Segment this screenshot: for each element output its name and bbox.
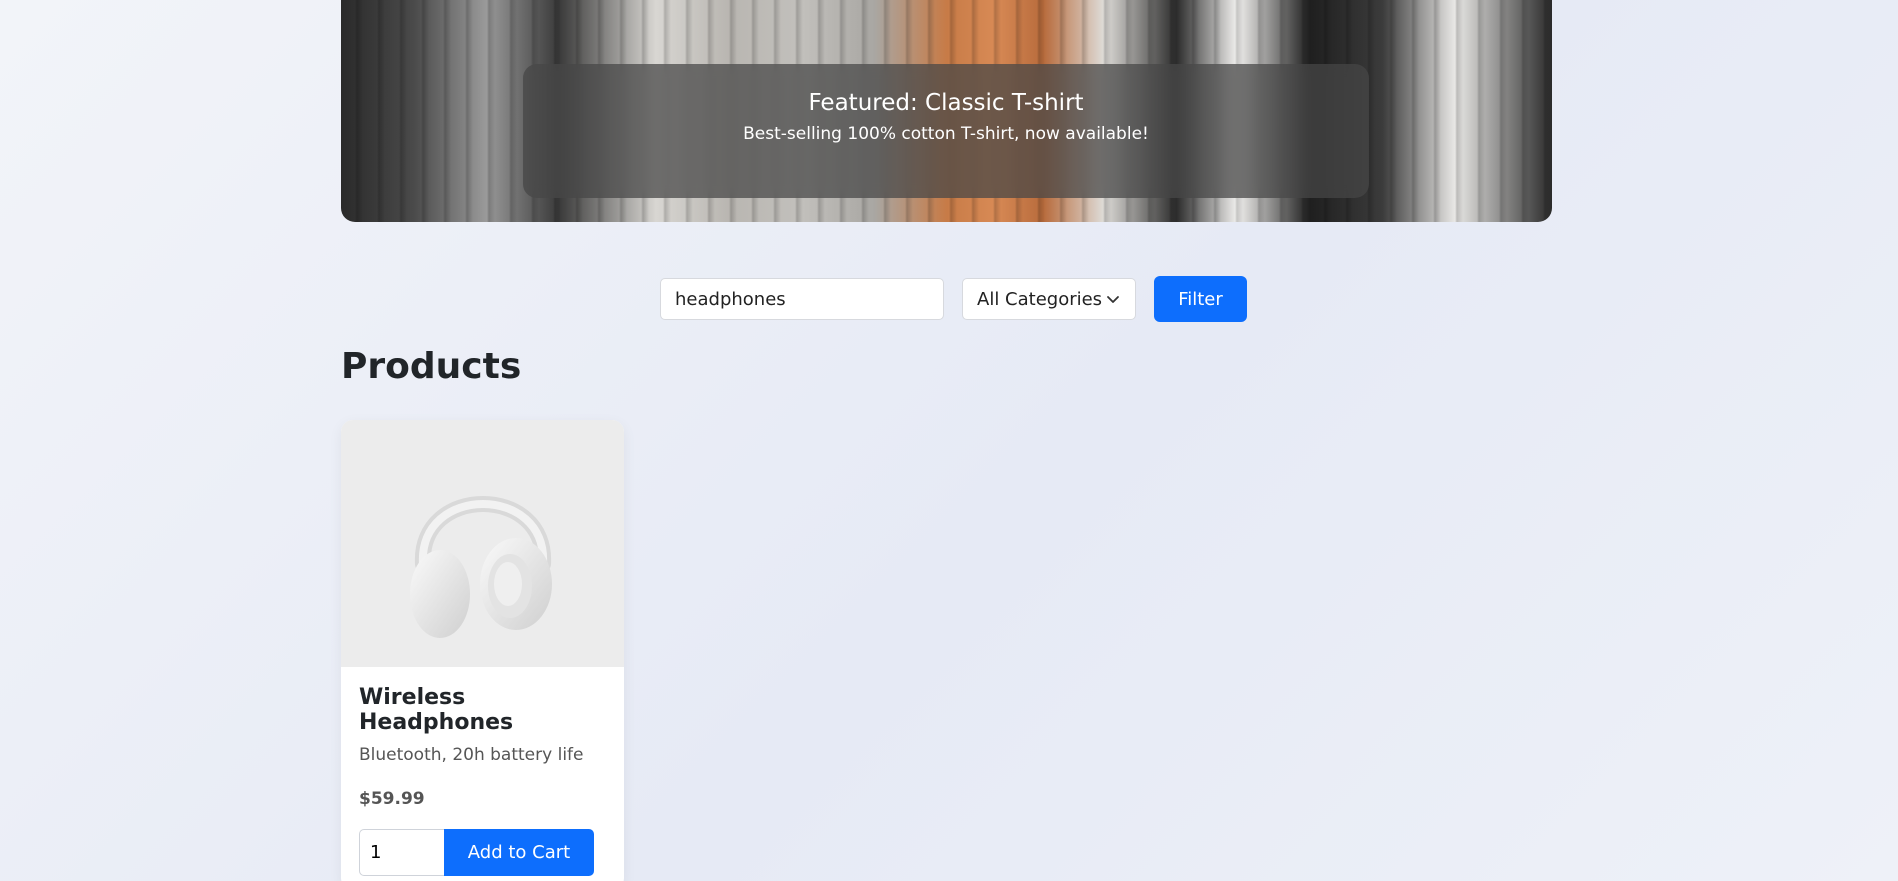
headphones-icon — [409, 495, 552, 638]
page: Featured: Classic T-shirt Best-selling 1… — [0, 0, 1898, 881]
products-heading: Products — [341, 346, 522, 387]
category-select[interactable]: All Categories — [962, 278, 1136, 320]
hero-overlay: Featured: Classic T-shirt Best-selling 1… — [523, 64, 1369, 198]
filter-button[interactable]: Filter — [1154, 276, 1247, 322]
add-to-cart-button[interactable]: Add to Cart — [444, 829, 594, 876]
search-input[interactable] — [660, 278, 944, 320]
product-actions: Add to Cart — [359, 829, 606, 876]
product-card: Wireless Headphones Bluetooth, 20h batte… — [341, 420, 624, 881]
product-name: Wireless Headphones — [359, 685, 514, 735]
product-description: Bluetooth, 20h battery life — [359, 745, 584, 765]
category-select-value: All Categories — [977, 288, 1103, 310]
hero-banner: Featured: Classic T-shirt Best-selling 1… — [341, 0, 1552, 222]
hero-title: Featured: Classic T-shirt — [808, 90, 1084, 116]
filter-bar: All Categories Filter — [660, 276, 1247, 322]
product-price: $59.99 — [359, 789, 425, 809]
chevron-down-icon — [1107, 296, 1119, 303]
quantity-input[interactable] — [359, 829, 444, 876]
product-image — [341, 420, 624, 667]
hero-subtitle: Best-selling 100% cotton T-shirt, now av… — [743, 124, 1149, 144]
